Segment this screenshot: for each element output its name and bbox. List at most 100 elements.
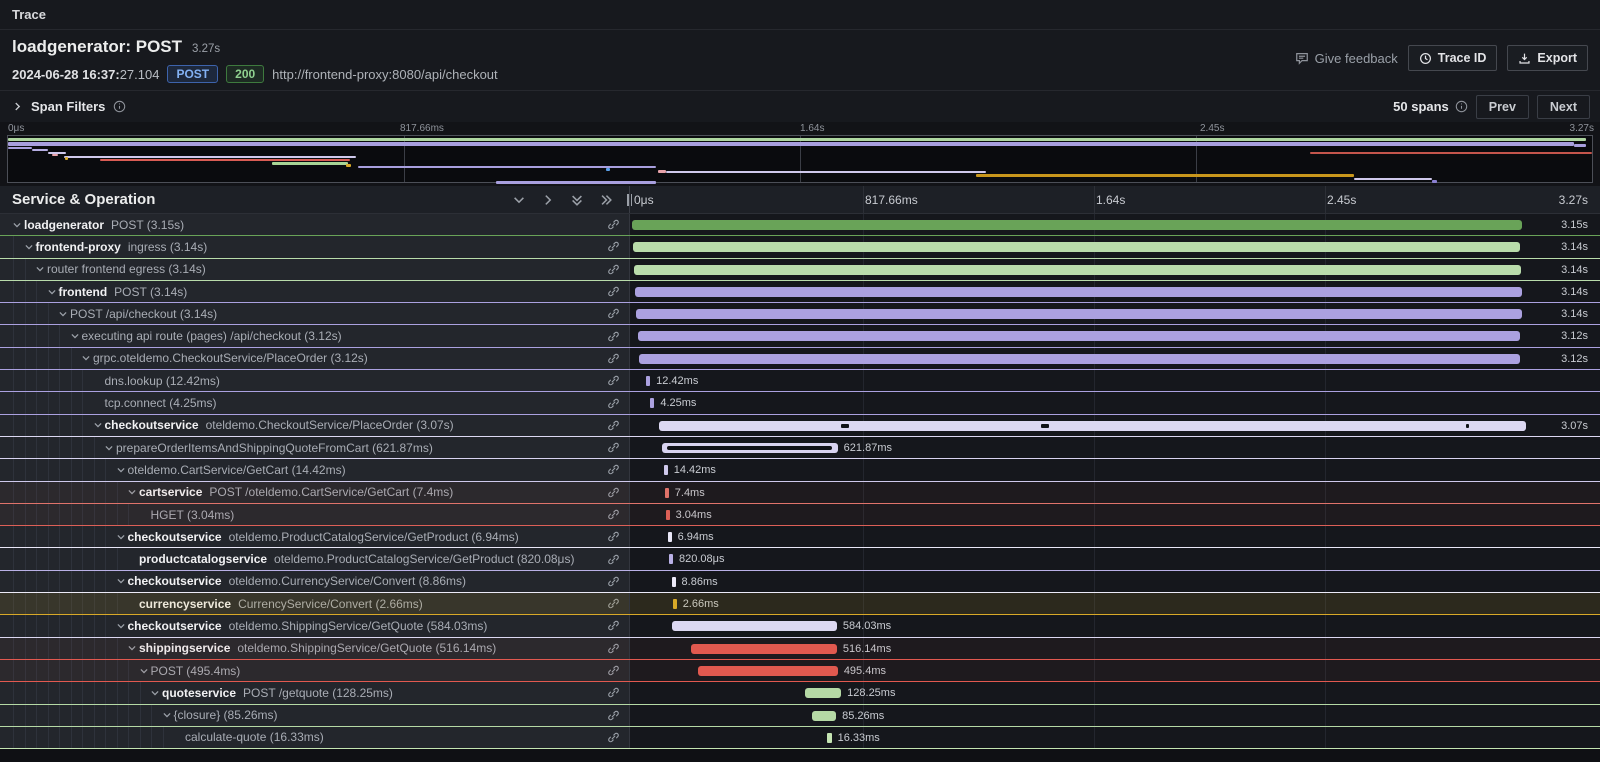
span-duration-bar[interactable] <box>672 577 676 587</box>
span-expander-icon[interactable] <box>56 309 70 319</box>
span-expander-icon[interactable] <box>125 643 139 653</box>
export-button[interactable]: Export <box>1507 45 1588 71</box>
span-link-icon[interactable] <box>607 441 620 454</box>
span-link-icon[interactable] <box>607 731 620 744</box>
span-bar-cell[interactable]: 16.33ms <box>630 727 1600 748</box>
span-bar-cell[interactable]: 3.14s <box>630 236 1600 257</box>
span-row[interactable]: quoteservicePOST /getquote (128.25ms)128… <box>0 682 1600 704</box>
span-bar-cell[interactable]: 3.07s <box>630 415 1600 436</box>
span-duration-bar[interactable] <box>634 265 1521 275</box>
span-expander-icon[interactable] <box>160 710 174 720</box>
span-bar-cell[interactable]: 85.26ms <box>630 705 1600 726</box>
span-bar-cell[interactable]: 14.42ms <box>630 459 1600 480</box>
span-duration-bar[interactable] <box>662 443 838 453</box>
span-expander-icon[interactable] <box>125 487 139 497</box>
span-row[interactable]: shippingserviceoteldemo.ShippingService/… <box>0 638 1600 660</box>
span-duration-bar[interactable] <box>673 599 677 609</box>
span-duration-bar[interactable] <box>805 688 841 698</box>
span-row[interactable]: HGET (3.04ms)3.04ms <box>0 504 1600 526</box>
info-icon[interactable] <box>1455 100 1468 113</box>
give-feedback-link[interactable]: Give feedback <box>1295 45 1398 71</box>
span-row[interactable]: prepareOrderItemsAndShippingQuoteFromCar… <box>0 437 1600 459</box>
span-expander-icon[interactable] <box>114 532 128 542</box>
span-link-icon[interactable] <box>607 486 620 499</box>
span-bar-cell[interactable]: 3.15s <box>630 214 1600 235</box>
expand-all-icon[interactable] <box>599 193 613 207</box>
span-link-icon[interactable] <box>607 240 620 253</box>
span-expander-icon[interactable] <box>114 621 128 631</box>
span-bar-cell[interactable]: 4.25ms <box>630 392 1600 413</box>
span-link-icon[interactable] <box>607 508 620 521</box>
span-expander-icon[interactable] <box>68 331 82 341</box>
span-expander-icon[interactable] <box>148 688 162 698</box>
span-duration-bar[interactable] <box>650 398 654 408</box>
span-row[interactable]: oteldemo.CartService/GetCart (14.42ms)14… <box>0 459 1600 481</box>
span-row[interactable]: calculate-quote (16.33ms)16.33ms <box>0 727 1600 749</box>
span-row[interactable]: grpc.oteldemo.CheckoutService/PlaceOrder… <box>0 348 1600 370</box>
span-link-icon[interactable] <box>607 664 620 677</box>
span-duration-bar[interactable] <box>672 621 837 631</box>
span-bar-cell[interactable]: 128.25ms <box>630 682 1600 703</box>
span-duration-bar[interactable] <box>698 666 838 676</box>
span-filters-toggle[interactable]: Span Filters <box>12 99 126 114</box>
span-duration-bar[interactable] <box>646 376 650 386</box>
span-expander-icon[interactable] <box>91 420 105 430</box>
span-bar-cell[interactable]: 3.04ms <box>630 504 1600 525</box>
span-row[interactable]: loadgeneratorPOST (3.15s)3.15s <box>0 214 1600 236</box>
span-expander-icon[interactable] <box>45 287 59 297</box>
span-link-icon[interactable] <box>607 709 620 722</box>
span-link-icon[interactable] <box>607 397 620 410</box>
span-link-icon[interactable] <box>607 285 620 298</box>
span-bar-cell[interactable]: 516.14ms <box>630 638 1600 659</box>
span-expander-icon[interactable] <box>22 242 36 252</box>
trace-id-button[interactable]: Trace ID <box>1408 45 1498 71</box>
span-duration-bar[interactable] <box>669 554 673 564</box>
span-link-icon[interactable] <box>607 352 620 365</box>
span-duration-bar[interactable] <box>632 220 1522 230</box>
span-link-icon[interactable] <box>607 619 620 632</box>
span-duration-bar[interactable] <box>636 309 1523 319</box>
span-link-icon[interactable] <box>607 642 620 655</box>
span-duration-bar[interactable] <box>691 644 837 654</box>
span-row[interactable]: {closure} (85.26ms)85.26ms <box>0 705 1600 727</box>
span-duration-bar[interactable] <box>639 354 1520 364</box>
span-duration-bar[interactable] <box>827 733 832 743</box>
span-bar-cell[interactable]: 3.14s <box>630 303 1600 324</box>
span-duration-bar[interactable] <box>666 510 670 520</box>
span-bar-cell[interactable]: 584.03ms <box>630 615 1600 636</box>
span-link-icon[interactable] <box>607 553 620 566</box>
span-link-icon[interactable] <box>607 374 620 387</box>
span-row[interactable]: cartservicePOST /oteldemo.CartService/Ge… <box>0 482 1600 504</box>
span-row[interactable]: checkoutserviceoteldemo.ProductCatalogSe… <box>0 526 1600 548</box>
span-row[interactable]: checkoutserviceoteldemo.CheckoutService/… <box>0 415 1600 437</box>
span-bar-cell[interactable]: 7.4ms <box>630 482 1600 503</box>
span-bar-cell[interactable]: 820.08μs <box>630 548 1600 569</box>
span-expander-icon[interactable] <box>137 666 151 676</box>
span-expander-icon[interactable] <box>114 576 128 586</box>
span-bar-cell[interactable]: 3.14s <box>630 281 1600 302</box>
span-bar-cell[interactable]: 2.66ms <box>630 593 1600 614</box>
next-span-button[interactable]: Next <box>1537 95 1590 119</box>
span-expander-icon[interactable] <box>114 465 128 475</box>
span-row[interactable]: tcp.connect (4.25ms)4.25ms <box>0 392 1600 414</box>
span-row[interactable]: frontendPOST (3.14s)3.14s <box>0 281 1600 303</box>
span-bar-cell[interactable]: 3.14s <box>630 259 1600 280</box>
span-bar-cell[interactable]: 6.94ms <box>630 526 1600 547</box>
span-bar-cell[interactable]: 3.12s <box>630 348 1600 369</box>
span-duration-bar[interactable] <box>668 532 672 542</box>
span-link-icon[interactable] <box>607 686 620 699</box>
info-icon[interactable] <box>113 100 126 113</box>
span-bar-cell[interactable]: 495.4ms <box>630 660 1600 681</box>
span-row[interactable]: POST (495.4ms)495.4ms <box>0 660 1600 682</box>
span-row[interactable]: executing api route (pages) /api/checkou… <box>0 325 1600 347</box>
span-duration-bar[interactable] <box>638 331 1520 341</box>
span-link-icon[interactable] <box>607 218 620 231</box>
span-row[interactable]: dns.lookup (12.42ms)12.42ms <box>0 370 1600 392</box>
span-row[interactable]: POST /api/checkout (3.14s)3.14s <box>0 303 1600 325</box>
span-expander-icon[interactable] <box>10 220 24 230</box>
span-duration-bar[interactable] <box>812 711 836 721</box>
span-expander-icon[interactable] <box>102 443 116 453</box>
trace-minimap[interactable]: 0μs817.66ms1.64s2.45s3.27s <box>0 122 1600 186</box>
span-bar-cell[interactable]: 8.86ms <box>630 571 1600 592</box>
span-row[interactable]: router frontend egress (3.14s)3.14s <box>0 259 1600 281</box>
